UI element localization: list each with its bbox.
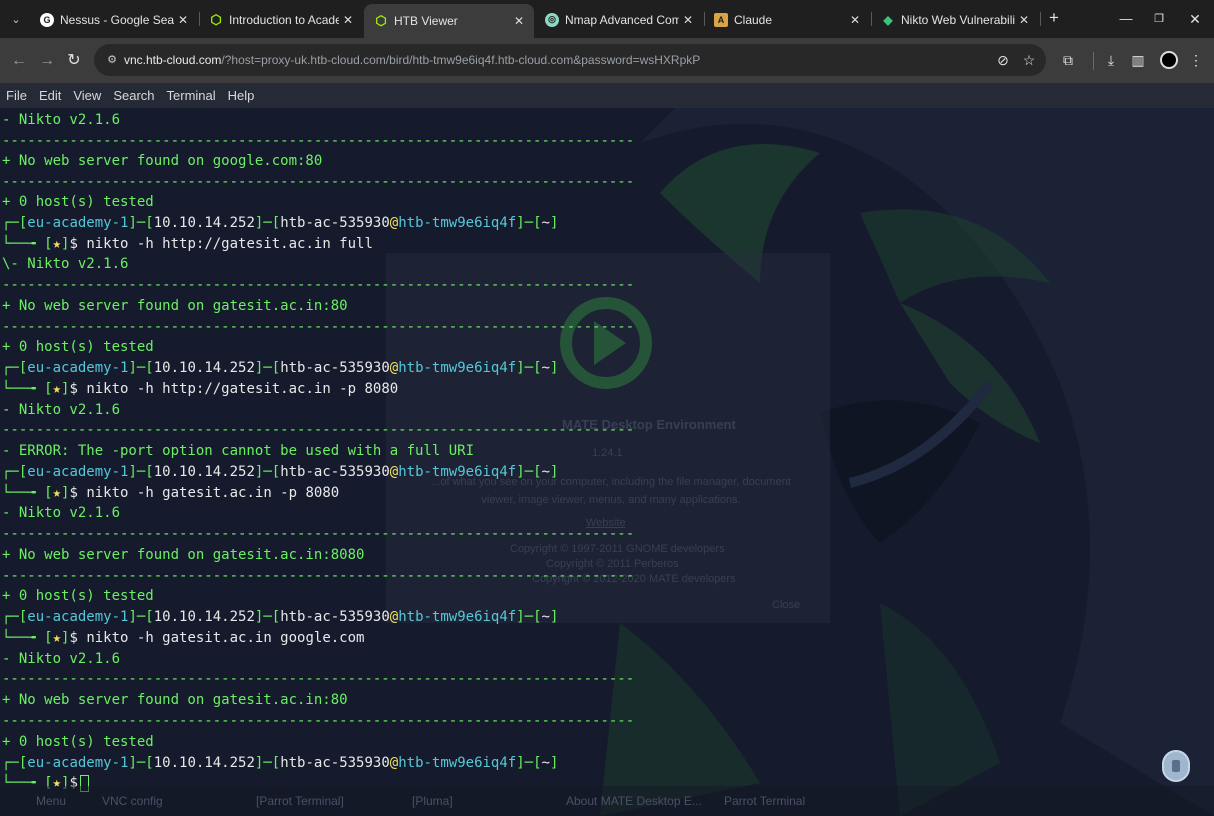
tab-title: Nikto Web Vulnerability Sc [901, 12, 1015, 27]
prompt-line: ┌─[eu-academy-1]─[10.10.14.252]─[htb-ac-… [2, 215, 559, 231]
tab-claude[interactable]: A Claude ✕ [704, 5, 870, 34]
taskbar-about-mate: About MATE Desktop E... [566, 794, 702, 808]
nikto-icon: ◆ [883, 12, 893, 27]
terminal-line: + 0 host(s) tested [2, 588, 154, 604]
address-bar[interactable]: ⚙ vnc.htb-cloud.com/?host=proxy-uk.htb-c… [94, 44, 1046, 76]
url-host: vnc.htb-cloud.com [124, 53, 222, 67]
chatgpt-icon: ◎ [545, 12, 559, 27]
terminal-line: + No web server found on gatesit.ac.in:8… [2, 692, 348, 708]
profile-avatar[interactable] [1160, 51, 1178, 69]
toolbar-separator [1093, 52, 1094, 70]
browser-tab-bar: ⌄ G Nessus - Google Search ✕ ⬡ Introduct… [0, 0, 1214, 38]
terminal-line: + No web server found on gatesit.ac.in:8… [2, 298, 348, 314]
close-tab-icon[interactable]: ✕ [1015, 13, 1033, 27]
url-text[interactable]: vnc.htb-cloud.com/?host=proxy-uk.htb-clo… [124, 53, 700, 67]
close-window-icon[interactable]: ✕ [1184, 9, 1206, 29]
back-icon[interactable]: ← [8, 50, 30, 72]
prompt-line: ┌─[eu-academy-1]─[10.10.14.252]─[htb-ac-… [2, 755, 559, 771]
download-icon[interactable]: ⤓ [1101, 50, 1121, 70]
dash-separator: ----------------------------------------… [2, 422, 635, 438]
tab-htb-viewer[interactable]: ⬡ HTB Viewer ✕ [364, 4, 534, 38]
prompt-line: ┌─[eu-academy-1]─[10.10.14.252]─[htb-ac-… [2, 360, 559, 376]
menu-terminal[interactable]: Terminal [167, 88, 216, 103]
terminal-menubar: File Edit View Search Terminal Help [0, 83, 1214, 108]
terminal-line: - Nikto v2.1.6 [2, 112, 121, 128]
terminal-line: + No web server found on google.com:80 [2, 153, 323, 169]
terminal-line: + 0 host(s) tested [2, 194, 154, 210]
taskbar-vnc-config: VNC config [102, 794, 163, 808]
dash-separator: ----------------------------------------… [2, 713, 635, 729]
terminal-line: - ERROR: The -port option cannot be used… [2, 443, 475, 459]
restore-icon[interactable]: ❐ [1148, 9, 1170, 29]
browser-toolbar: ← → ↻ ⚙ vnc.htb-cloud.com/?host=proxy-uk… [0, 38, 1214, 83]
command-line: └──╼ [★]$ nikto -h gatesit.ac.in google.… [2, 630, 365, 646]
url-path: /?host=proxy-uk.htb-cloud.com/bird/htb-t… [221, 53, 701, 67]
taskbar-parrot-terminal-1: [Parrot Terminal] [256, 794, 344, 808]
forward-icon[interactable]: → [36, 50, 58, 72]
reload-icon[interactable]: ↻ [63, 50, 85, 72]
taskbar-pluma: [Pluma] [412, 794, 453, 808]
tab-nmap-chatgpt[interactable]: ◎ Nmap Advanced Comman ✕ [535, 5, 703, 34]
dash-separator: ----------------------------------------… [2, 526, 635, 542]
clipboard-icon[interactable] [1162, 750, 1190, 782]
close-tab-icon[interactable]: ✕ [339, 13, 357, 27]
bookmark-star-icon[interactable]: ☆ [1020, 51, 1038, 69]
close-tab-icon[interactable]: ✕ [846, 13, 864, 27]
desktop-taskbar-ghost: Menu VNC config [Parrot Terminal] [Pluma… [0, 786, 1214, 816]
terminal-line: - Nikto v2.1.6 [2, 402, 121, 418]
tab-separator [1040, 12, 1041, 26]
new-tab-button[interactable]: + [1044, 9, 1064, 29]
terminal-line: + 0 host(s) tested [2, 339, 154, 355]
dash-separator: ----------------------------------------… [2, 133, 635, 149]
tab-title: Claude [734, 12, 773, 27]
more-menu-icon[interactable]: ⋮ [1186, 50, 1206, 70]
menu-view[interactable]: View [73, 88, 101, 103]
menu-edit[interactable]: Edit [39, 88, 61, 103]
menu-search[interactable]: Search [113, 88, 154, 103]
terminal-line: + 0 host(s) tested [2, 734, 154, 750]
minimize-icon[interactable]: — [1115, 9, 1137, 29]
extensions-icon[interactable]: ⧉ [1058, 50, 1078, 70]
dash-separator: ----------------------------------------… [2, 568, 635, 584]
close-tab-icon[interactable]: ✕ [510, 14, 528, 28]
terminal-line: - Nikto v2.1.6 [2, 505, 121, 521]
prompt-line: ┌─[eu-academy-1]─[10.10.14.252]─[htb-ac-… [2, 609, 559, 625]
anthropic-icon: A [714, 12, 728, 27]
tab-title: HTB Viewer [394, 14, 458, 28]
side-panel-icon[interactable]: ▥ [1128, 50, 1148, 70]
google-icon: G [40, 12, 54, 27]
tab-nikto[interactable]: ◆ Nikto Web Vulnerability Sc ✕ [871, 5, 1039, 34]
camera-off-icon[interactable]: ⊘ [994, 51, 1012, 69]
htb-cube-icon: ⬡ [210, 11, 222, 27]
command-line: └──╼ [★]$ nikto -h http://gatesit.ac.in … [2, 381, 399, 397]
terminal-output[interactable]: - Nikto v2.1.6 -------------------------… [0, 108, 1214, 798]
tab-title: Nessus - Google Search [60, 12, 174, 27]
tab-search-chevron-icon[interactable]: ⌄ [6, 9, 26, 29]
command-line: └──╼ [★]$ nikto -h gatesit.ac.in -p 8080 [2, 485, 340, 501]
tab-title: Nmap Advanced Comman [565, 12, 679, 27]
site-info-icon[interactable]: ⚙ [104, 52, 120, 68]
command-line: └──╼ [★]$ nikto -h http://gatesit.ac.in … [2, 236, 373, 252]
prompt-line: ┌─[eu-academy-1]─[10.10.14.252]─[htb-ac-… [2, 464, 559, 480]
terminal-line: + No web server found on gatesit.ac.in:8… [2, 547, 365, 563]
dash-separator: ----------------------------------------… [2, 277, 635, 293]
dash-separator: ----------------------------------------… [2, 319, 635, 335]
tab-intro-academy[interactable]: ⬡ Introduction to Academy ✕ [199, 5, 363, 34]
tab-title: Introduction to Academy [229, 12, 339, 27]
close-tab-icon[interactable]: ✕ [174, 13, 192, 27]
menu-help[interactable]: Help [228, 88, 255, 103]
terminal-line: - Nikto v2.1.6 [2, 651, 121, 667]
dash-separator: ----------------------------------------… [2, 174, 635, 190]
dash-separator: ----------------------------------------… [2, 671, 635, 687]
menu-file[interactable]: File [6, 88, 27, 103]
tab-nessus-search[interactable]: G Nessus - Google Search ✕ [30, 5, 198, 34]
terminal-line: \- Nikto v2.1.6 [2, 256, 129, 272]
taskbar-parrot-terminal-2: Parrot Terminal [724, 794, 806, 808]
taskbar-menu: Menu [36, 794, 67, 808]
htb-cube-icon: ⬡ [375, 13, 387, 28]
vnc-desktop[interactable]: MATE Desktop Environment 1.24.1 ...of wh… [0, 83, 1214, 816]
close-tab-icon[interactable]: ✕ [679, 13, 697, 27]
